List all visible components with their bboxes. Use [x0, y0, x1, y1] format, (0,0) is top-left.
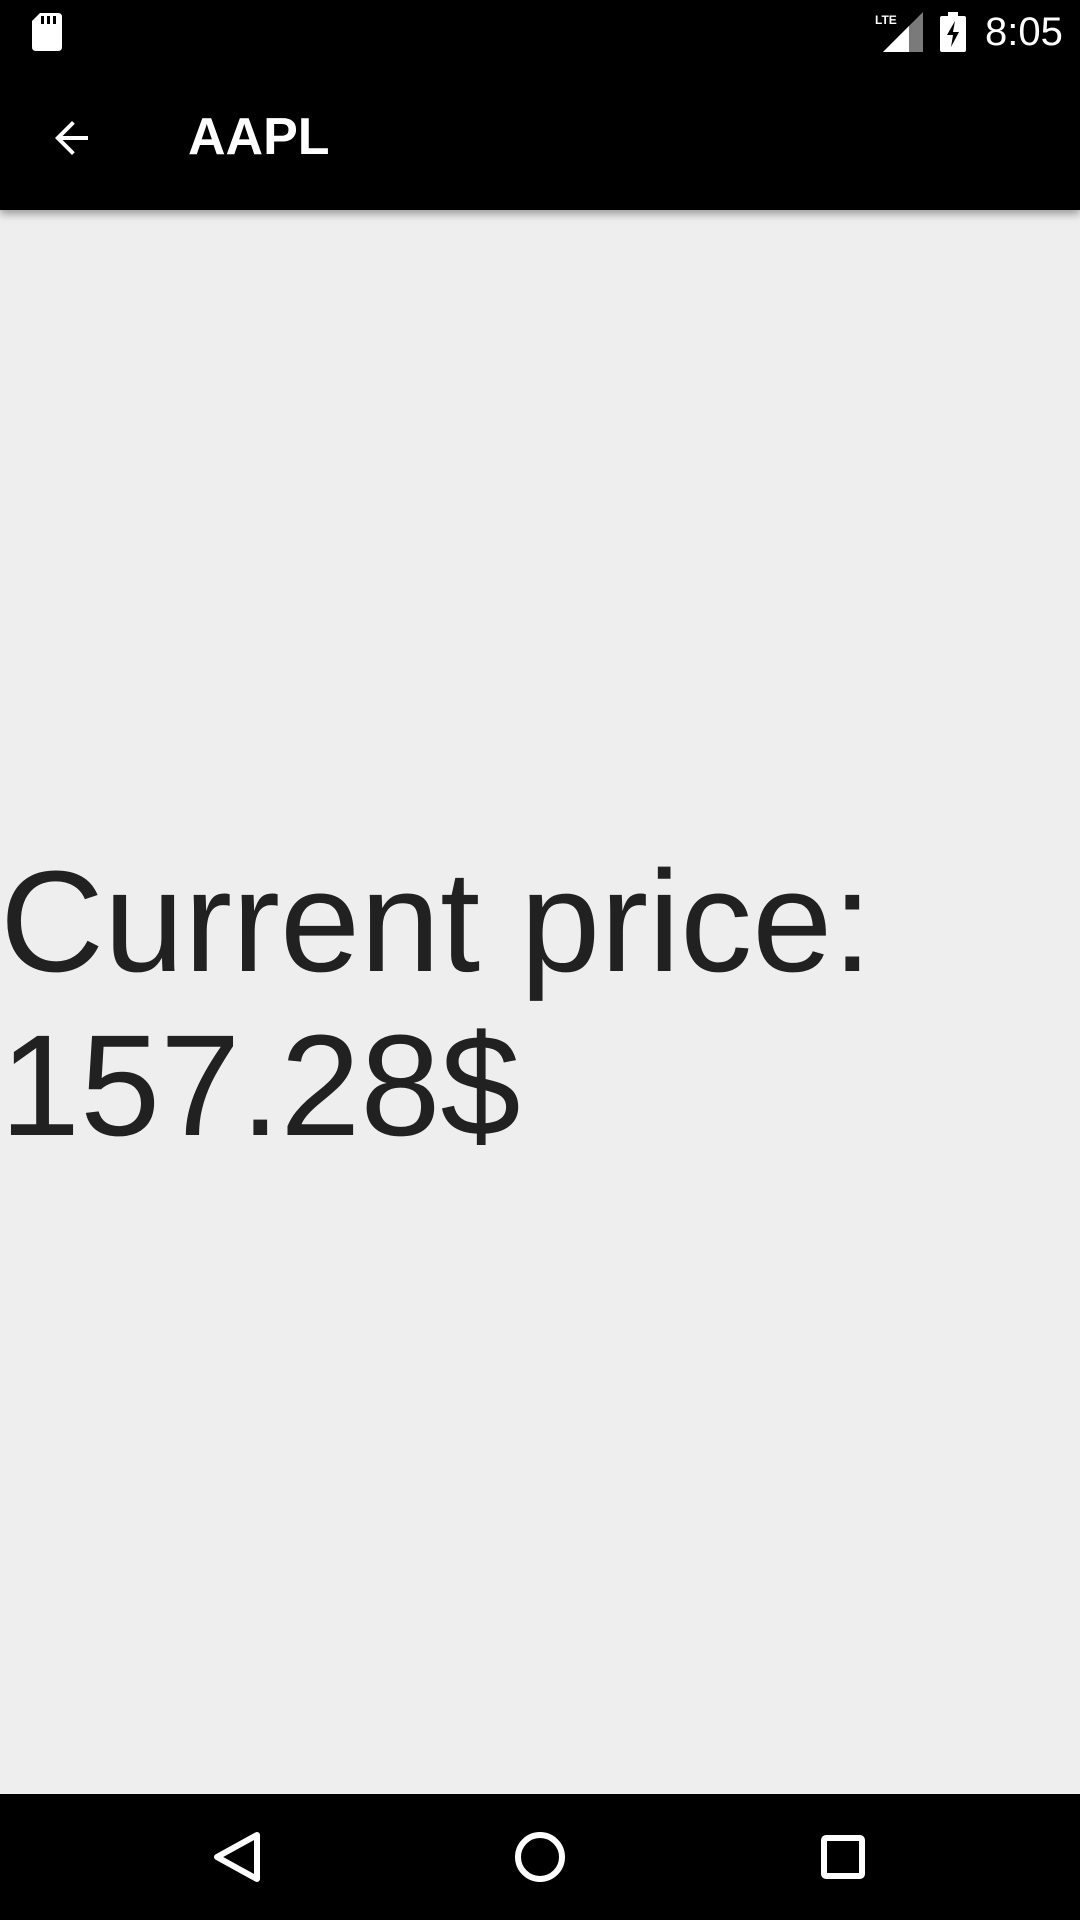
- nav-back-button[interactable]: [177, 1812, 297, 1902]
- screen: LTE 8:05 AAPL Current price: 157.28$: [0, 0, 1080, 1920]
- sd-card-icon: [32, 13, 62, 51]
- app-bar: AAPL: [0, 63, 1080, 210]
- nav-back-icon: [214, 1832, 260, 1882]
- battery-charging-icon: [940, 12, 966, 52]
- navigation-bar: [0, 1794, 1080, 1920]
- status-clock: 8:05: [985, 10, 1063, 54]
- back-button[interactable]: [24, 94, 120, 178]
- nav-home-button[interactable]: [480, 1812, 600, 1902]
- network-label: LTE: [875, 13, 897, 27]
- price-display: Current price: 157.28$: [0, 840, 1080, 1168]
- arrow-back-icon: [55, 121, 88, 155]
- main-content: Current price: 157.28$: [0, 210, 1080, 1794]
- nav-home-icon: [515, 1832, 565, 1882]
- signal-lte-icon: LTE: [875, 12, 923, 52]
- price-label: Current price:: [0, 841, 873, 1002]
- status-bar: LTE 8:05: [0, 0, 1080, 63]
- page-title: AAPL: [188, 108, 330, 166]
- nav-recents-button[interactable]: [783, 1812, 903, 1902]
- price-value: 157.28$: [0, 1005, 521, 1166]
- nav-recents-icon: [821, 1835, 865, 1879]
